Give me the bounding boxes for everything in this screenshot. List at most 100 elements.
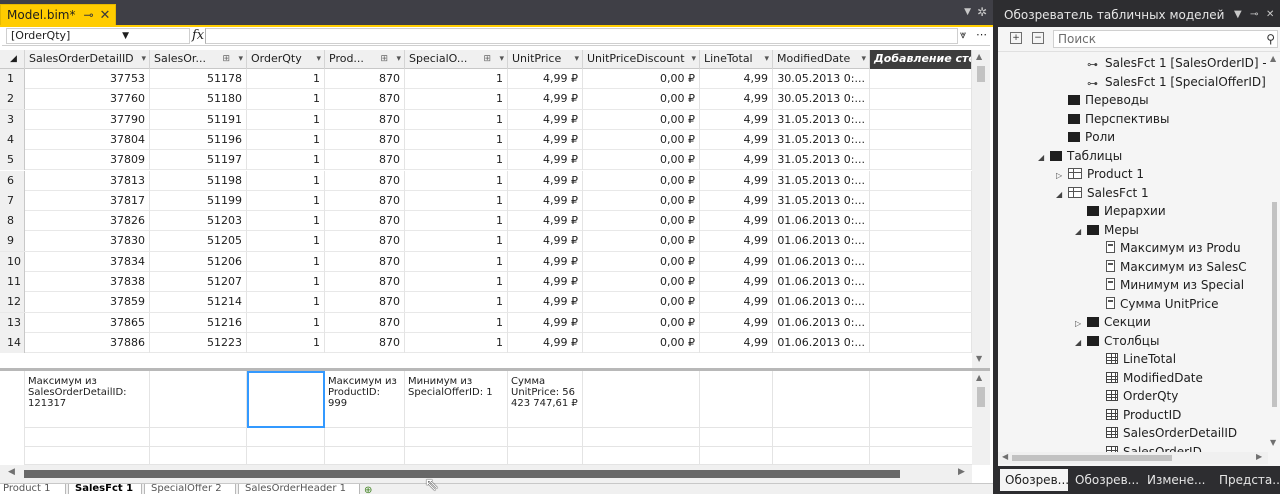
scroll-thumb[interactable] bbox=[1272, 202, 1277, 407]
measure-cell-selected[interactable] bbox=[247, 371, 325, 428]
row-number[interactable]: 14 bbox=[0, 332, 25, 353]
table-row[interactable]: 3 37790 51191 1 870 1 4,99 ₽0,00 ₽4,99 31.05.20… bbox=[0, 109, 972, 130]
table-row[interactable]: 8 37826 51203 1 870 1 4,99 ₽0,00 ₽4,99 01.06.20… bbox=[0, 211, 972, 232]
measure-cell[interactable] bbox=[325, 428, 405, 447]
table-cell[interactable]: 01.06.2013 0:... bbox=[773, 332, 870, 353]
expander-icon[interactable]: ◢ bbox=[1056, 186, 1068, 204]
tree-item-modifieddate[interactable]: ModifiedDate bbox=[1094, 369, 1203, 387]
table-cell[interactable]: 870 bbox=[325, 272, 405, 292]
measure-cell[interactable] bbox=[325, 447, 405, 465]
tree-item-salesorderid[interactable]: SalesOrderID bbox=[1094, 443, 1202, 452]
column-header-prod[interactable]: Prod... ▾ ⊞ bbox=[325, 50, 405, 69]
table-row[interactable]: 14 37886 51223 1 870 1 4,99 ₽0,00 ₽4,99 01.06.2… bbox=[0, 332, 972, 354]
table-cell[interactable]: 30.05.2013 0:... bbox=[773, 69, 870, 89]
close-icon[interactable]: ✕ bbox=[100, 8, 111, 23]
table-cell-empty[interactable] bbox=[870, 332, 972, 353]
table-cell[interactable]: 870 bbox=[325, 109, 405, 130]
table-cell[interactable]: 0,00 ₽ bbox=[583, 170, 700, 191]
row-number[interactable]: 8 bbox=[0, 211, 25, 232]
table-cell[interactable]: 1 bbox=[247, 190, 325, 211]
sheet-tab-salesorderheader-1[interactable]: SalesOrderHeader 1 bbox=[238, 484, 360, 494]
scroll-thumb[interactable] bbox=[977, 387, 985, 407]
table-cell-empty[interactable] bbox=[870, 231, 972, 252]
measure-cell[interactable]: Минимум из SpecialOfferID: 1 bbox=[405, 371, 508, 428]
scroll-up-icon[interactable]: ▲ bbox=[1270, 54, 1276, 63]
table-cell[interactable]: 0,00 ₽ bbox=[583, 211, 700, 232]
table-cell[interactable]: 870 bbox=[325, 170, 405, 191]
table-cell[interactable]: 870 bbox=[325, 190, 405, 211]
measure-cell[interactable] bbox=[405, 447, 508, 465]
sheet-tab-specialoffer-2[interactable]: SpecialOffer 2 bbox=[144, 484, 236, 494]
table-row[interactable]: 1 37753 51178 1 870 1 4,99 ₽0,00 ₽4,99 30.05.20… bbox=[0, 69, 972, 90]
column-header-linetotal[interactable]: LineTotal ▾ bbox=[700, 50, 773, 69]
table-row[interactable]: 12 37859 51214 1 870 1 4,99 ₽0,00 ₽4,99 01.06.2… bbox=[0, 292, 972, 313]
column-header-modifieddate[interactable]: ModifiedDate ▾ bbox=[773, 50, 870, 69]
table-cell[interactable]: 4,99 ₽ bbox=[508, 69, 583, 89]
table-cell[interactable]: 1 bbox=[247, 231, 325, 252]
table-cell[interactable]: 1 bbox=[405, 211, 508, 232]
table-cell[interactable]: 4,99 ₽ bbox=[508, 211, 583, 232]
table-cell[interactable]: 51214 bbox=[150, 292, 247, 313]
table-cell-empty[interactable] bbox=[870, 272, 972, 292]
table-cell[interactable]: 4,99 bbox=[700, 272, 773, 292]
table-row[interactable]: 13 37865 51216 1 870 1 4,99 ₽0,00 ₽4,99 01.06.2… bbox=[0, 312, 972, 333]
table-cell[interactable]: 37826 bbox=[25, 211, 150, 232]
table-cell[interactable]: 0,00 ₽ bbox=[583, 332, 700, 353]
table-cell[interactable]: 0,00 ₽ bbox=[583, 89, 700, 110]
measure-cell[interactable] bbox=[700, 371, 773, 428]
measure-cell[interactable] bbox=[773, 428, 870, 447]
table-cell[interactable]: 1 bbox=[405, 251, 508, 272]
table-cell[interactable]: 4,99 ₽ bbox=[508, 231, 583, 252]
row-number[interactable]: 12 bbox=[0, 292, 25, 313]
table-cell[interactable]: 1 bbox=[247, 312, 325, 333]
tree-horizontal-scrollbar[interactable]: ◀ ▶ bbox=[998, 452, 1268, 464]
tree-item-секции[interactable]: ▷ Секции bbox=[1075, 313, 1151, 331]
measure-cell[interactable] bbox=[508, 447, 583, 465]
expander-icon[interactable]: ◢ bbox=[1038, 149, 1050, 167]
expander-icon[interactable]: ◢ bbox=[1075, 334, 1087, 352]
table-cell[interactable]: 4,99 ₽ bbox=[508, 109, 583, 130]
table-cell-empty[interactable] bbox=[870, 89, 972, 110]
column-header-salesor[interactable]: SalesOr... ▾ ⊞ bbox=[150, 50, 247, 69]
table-cell[interactable]: 51178 bbox=[150, 69, 247, 89]
table-cell[interactable]: 30.05.2013 0:... bbox=[773, 89, 870, 110]
table-cell[interactable]: 870 bbox=[325, 69, 405, 89]
table-cell[interactable]: 51198 bbox=[150, 170, 247, 191]
tree-item-таблицы[interactable]: ◢ Таблицы bbox=[1038, 147, 1122, 165]
table-cell[interactable]: 1 bbox=[405, 170, 508, 191]
table-cell[interactable]: 37838 bbox=[25, 272, 150, 292]
tree-item-иерархии[interactable]: Иерархии bbox=[1075, 202, 1166, 220]
table-cell[interactable]: 870 bbox=[325, 231, 405, 252]
scroll-thumb[interactable] bbox=[977, 66, 985, 82]
table-cell[interactable]: 1 bbox=[405, 190, 508, 211]
table-cell[interactable]: 4,99 ₽ bbox=[508, 170, 583, 191]
add-table-icon[interactable]: ⊕ bbox=[364, 485, 372, 494]
row-number[interactable]: 9 bbox=[0, 231, 25, 252]
table-row[interactable]: 2 37760 51180 1 870 1 4,99 ₽0,00 ₽4,99 30.05.20… bbox=[0, 89, 972, 110]
table-cell[interactable]: 4,99 bbox=[700, 292, 773, 313]
scroll-right-icon[interactable]: ▶ bbox=[958, 467, 965, 477]
scroll-up-icon[interactable]: ▲ bbox=[976, 52, 982, 61]
panel-tab-2[interactable]: Измене... bbox=[1142, 469, 1212, 491]
measure-cell[interactable] bbox=[700, 447, 773, 465]
table-cell[interactable]: 1 bbox=[405, 292, 508, 313]
table-cell[interactable]: 31.05.2013 0:... bbox=[773, 129, 870, 150]
row-number[interactable]: 2 bbox=[0, 89, 25, 110]
table-cell[interactable]: 1 bbox=[405, 312, 508, 333]
table-cell[interactable]: 01.06.2013 0:... bbox=[773, 312, 870, 333]
measure-cell[interactable] bbox=[247, 428, 325, 447]
table-cell[interactable]: 37859 bbox=[25, 292, 150, 313]
filter-dropdown-icon[interactable]: ▾ bbox=[141, 50, 146, 68]
measure-cell[interactable] bbox=[150, 371, 247, 428]
filter-dropdown-icon[interactable]: ▾ bbox=[861, 50, 866, 68]
table-cell-empty[interactable] bbox=[870, 251, 972, 272]
table-cell[interactable]: 1 bbox=[247, 272, 325, 292]
table-row[interactable]: 11 37838 51207 1 870 1 4,99 ₽0,00 ₽4,99 01.06.2… bbox=[0, 272, 972, 293]
tree-item-минимум-из-special[interactable]: Минимум из Special bbox=[1094, 276, 1244, 294]
table-cell[interactable]: 4,99 bbox=[700, 332, 773, 353]
measure-cell[interactable] bbox=[150, 428, 247, 447]
search-icon[interactable]: ⚲ bbox=[1266, 31, 1275, 47]
sheet-tab-product-1[interactable]: Product 1 bbox=[0, 484, 66, 494]
pin-icon[interactable]: ⊸ bbox=[1250, 0, 1258, 30]
table-cell[interactable]: 01.06.2013 0:... bbox=[773, 231, 870, 252]
